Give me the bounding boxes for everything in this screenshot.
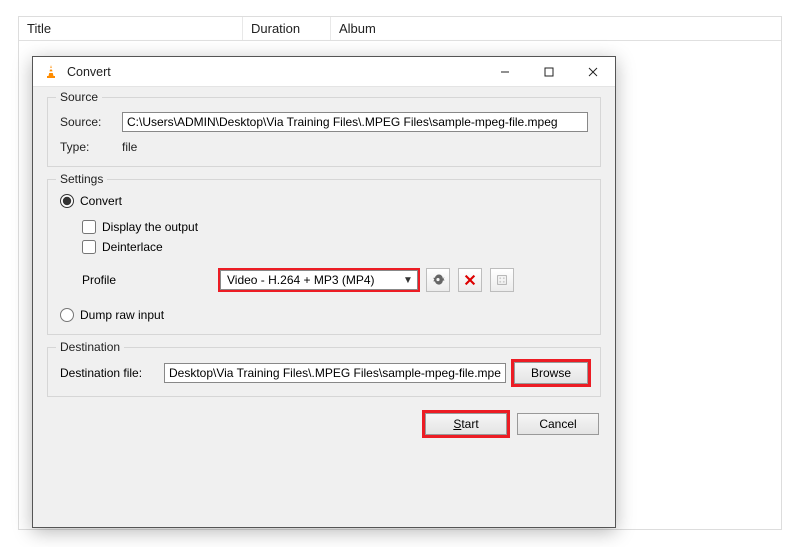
convert-dialog: Convert Source Source: Type: file Settin… bbox=[32, 56, 616, 528]
profile-selected: Video - H.264 + MP3 (MP4) bbox=[227, 273, 375, 287]
header-duration[interactable]: Duration bbox=[243, 17, 331, 40]
vlc-cone-icon bbox=[43, 64, 59, 80]
deinterlace-label: Deinterlace bbox=[102, 240, 163, 254]
profile-row: Profile Video - H.264 + MP3 (MP4) ▼ bbox=[82, 268, 588, 292]
dump-raw-input[interactable] bbox=[60, 308, 74, 322]
profile-label: Profile bbox=[82, 273, 212, 287]
display-output-label: Display the output bbox=[102, 220, 198, 234]
destination-group: Destination Destination file: Browse bbox=[47, 347, 601, 397]
dialog-footer: Start Cancel bbox=[47, 409, 601, 435]
source-legend: Source bbox=[56, 90, 102, 104]
dump-raw-label: Dump raw input bbox=[80, 308, 164, 322]
destination-legend: Destination bbox=[56, 340, 124, 354]
source-label: Source: bbox=[60, 115, 114, 129]
start-rest: tart bbox=[461, 417, 478, 431]
new-profile-button[interactable] bbox=[490, 268, 514, 292]
convert-radio-input[interactable] bbox=[60, 194, 74, 208]
display-output-checkbox[interactable]: Display the output bbox=[82, 220, 588, 234]
close-button[interactable] bbox=[571, 57, 615, 87]
deinterlace-checkbox[interactable]: Deinterlace bbox=[82, 240, 588, 254]
source-input[interactable] bbox=[122, 112, 588, 132]
titlebar: Convert bbox=[33, 57, 615, 87]
dialog-title: Convert bbox=[67, 65, 483, 79]
browse-button[interactable]: Browse bbox=[514, 362, 588, 384]
source-group: Source Source: Type: file bbox=[47, 97, 601, 167]
header-title[interactable]: Title bbox=[19, 17, 243, 40]
destination-input[interactable] bbox=[164, 363, 506, 383]
profile-dropdown[interactable]: Video - H.264 + MP3 (MP4) ▼ bbox=[220, 270, 418, 290]
edit-profile-button[interactable] bbox=[426, 268, 450, 292]
display-output-input[interactable] bbox=[82, 220, 96, 234]
type-label: Type: bbox=[60, 140, 114, 154]
dump-raw-radio[interactable]: Dump raw input bbox=[60, 308, 588, 322]
delete-profile-button[interactable] bbox=[458, 268, 482, 292]
settings-legend: Settings bbox=[56, 172, 107, 186]
maximize-button[interactable] bbox=[527, 57, 571, 87]
start-button[interactable]: Start bbox=[425, 413, 507, 435]
cancel-button[interactable]: Cancel bbox=[517, 413, 599, 435]
minimize-button[interactable] bbox=[483, 57, 527, 87]
convert-radio-label: Convert bbox=[80, 194, 122, 208]
settings-group: Settings Convert Display the output Dein… bbox=[47, 179, 601, 335]
type-value: file bbox=[122, 140, 137, 154]
header-album[interactable]: Album bbox=[331, 17, 781, 40]
destination-label: Destination file: bbox=[60, 366, 156, 380]
chevron-down-icon: ▼ bbox=[401, 275, 415, 286]
deinterlace-input[interactable] bbox=[82, 240, 96, 254]
convert-radio[interactable]: Convert bbox=[60, 194, 588, 208]
playlist-header: Title Duration Album bbox=[19, 17, 781, 41]
